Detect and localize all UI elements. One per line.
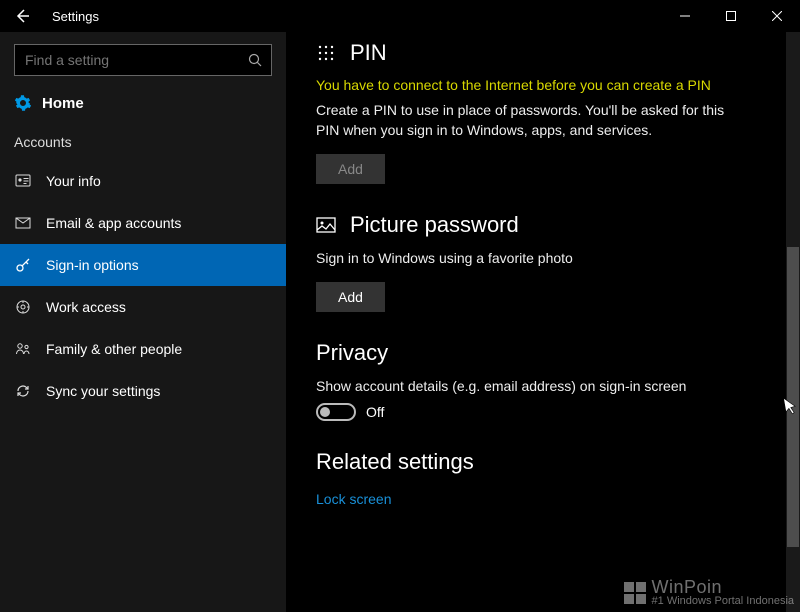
sidebar-item-label: Sign-in options	[46, 257, 139, 273]
sidebar-item-label: Email & app accounts	[46, 215, 181, 231]
watermark-name: WinPoin	[652, 578, 794, 597]
watermark-tagline: #1 Windows Portal Indonesia	[652, 596, 794, 608]
pin-description: Create a PIN to use in place of password…	[316, 100, 736, 141]
sidebar-item-email-accounts[interactable]: Email & app accounts	[0, 202, 286, 244]
home-label: Home	[42, 95, 84, 112]
privacy-heading: Privacy	[316, 340, 770, 366]
picture-password-heading-text: Picture password	[350, 212, 519, 238]
privacy-description: Show account details (e.g. email address…	[316, 376, 770, 396]
mail-icon	[14, 215, 32, 231]
sidebar-item-work-access[interactable]: Work access	[0, 286, 286, 328]
minimize-button[interactable]	[662, 0, 708, 32]
gear-icon	[14, 94, 32, 112]
window-title: Settings	[52, 9, 99, 24]
picture-password-add-button[interactable]: Add	[316, 282, 385, 312]
picture-password-heading: Picture password	[316, 212, 770, 238]
home-link[interactable]: Home	[0, 86, 286, 128]
lock-screen-link[interactable]: Lock screen	[316, 491, 391, 507]
sidebar-item-label: Sync your settings	[46, 383, 160, 399]
privacy-toggle-state: Off	[366, 404, 384, 420]
sidebar-item-your-info[interactable]: Your info	[0, 160, 286, 202]
related-settings-heading: Related settings	[316, 449, 770, 475]
pin-heading: PIN	[316, 40, 770, 66]
search-input[interactable]	[14, 44, 272, 76]
sidebar-item-sync[interactable]: Sync your settings	[0, 370, 286, 412]
main-content: PIN You have to connect to the Internet …	[286, 32, 800, 612]
image-icon	[316, 215, 336, 235]
pin-heading-text: PIN	[350, 40, 387, 66]
sidebar-item-signin-options[interactable]: Sign-in options	[0, 244, 286, 286]
title-bar: Settings	[0, 0, 800, 32]
picture-password-description: Sign in to Windows using a favorite phot…	[316, 248, 770, 268]
pin-add-button: Add	[316, 154, 385, 184]
scrollbar[interactable]	[786, 32, 800, 612]
close-button[interactable]	[754, 0, 800, 32]
privacy-toggle[interactable]	[316, 403, 356, 421]
sidebar-section-label: Accounts	[0, 128, 286, 160]
sidebar-item-label: Work access	[46, 299, 126, 315]
key-icon	[14, 257, 32, 273]
sidebar: Home Accounts Your info Email & app acco…	[0, 32, 286, 612]
sidebar-item-label: Your info	[46, 173, 101, 189]
briefcase-icon	[14, 299, 32, 315]
people-icon	[14, 341, 32, 357]
watermark: WinPoin #1 Windows Portal Indonesia	[624, 578, 794, 608]
person-badge-icon	[14, 173, 32, 189]
maximize-button[interactable]	[708, 0, 754, 32]
back-button[interactable]	[10, 4, 34, 28]
sync-icon	[14, 383, 32, 399]
pin-warning: You have to connect to the Internet befo…	[316, 76, 770, 96]
keypad-icon	[316, 43, 336, 63]
sidebar-item-family[interactable]: Family & other people	[0, 328, 286, 370]
sidebar-item-label: Family & other people	[46, 341, 182, 357]
windows-logo-icon	[624, 582, 646, 604]
